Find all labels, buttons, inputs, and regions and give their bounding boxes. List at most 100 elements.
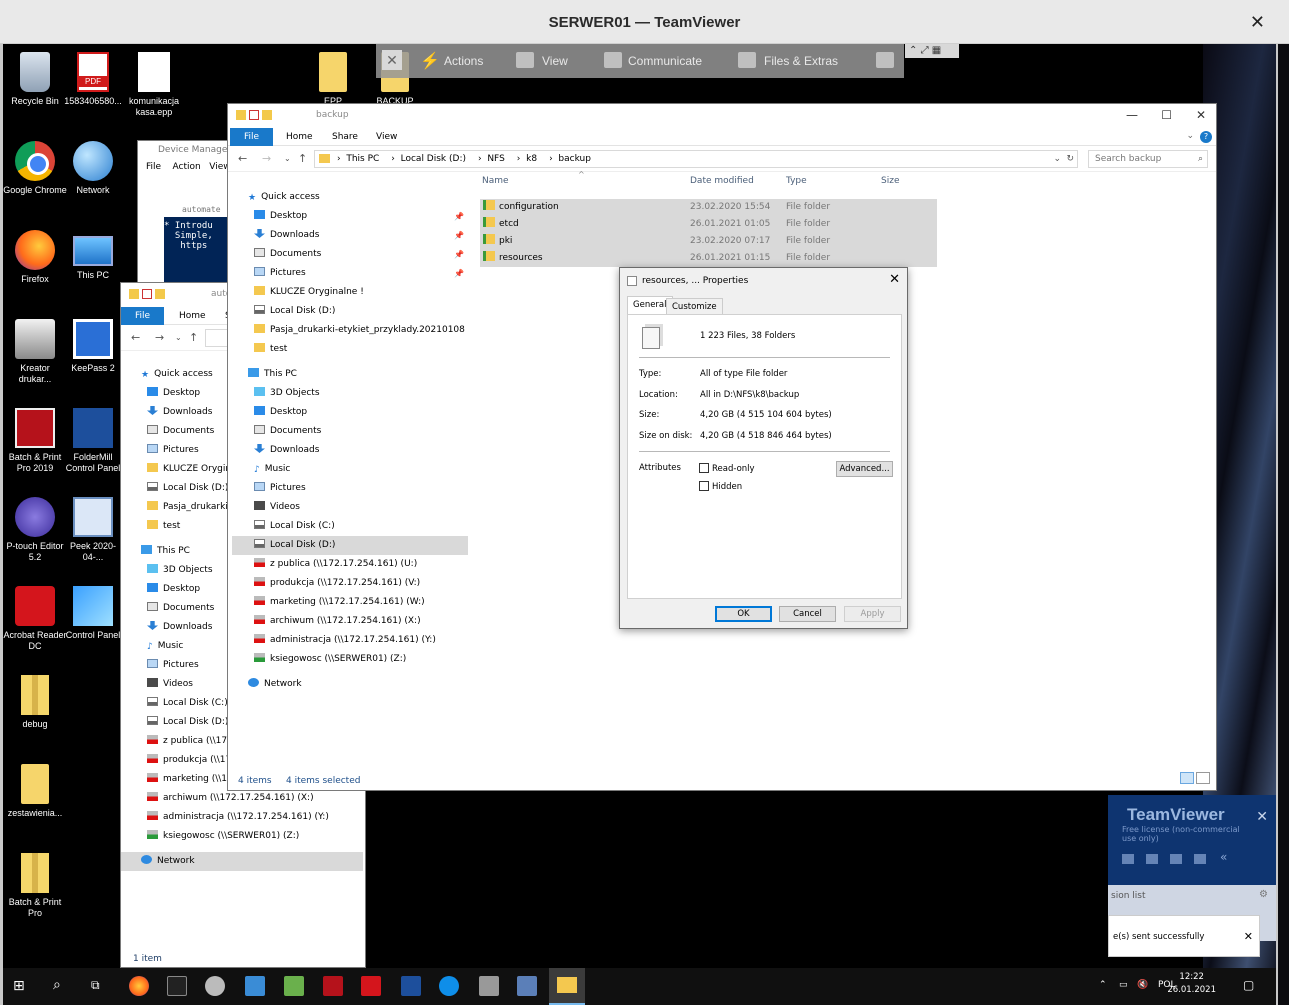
fullscreen-icon[interactable]: ⤢ xyxy=(921,45,929,56)
apply-button[interactable]: Apply xyxy=(844,606,901,622)
nav-item-videos[interactable]: Videos xyxy=(232,498,468,517)
column-header-size[interactable]: Size xyxy=(881,176,899,186)
nav-item-pasja[interactable]: Pasja_drukarki-etykiet_przyklady.2021010… xyxy=(232,321,468,340)
nav-item-drive-z[interactable]: ksiegowosc (\\SERWER01) (Z:) xyxy=(127,827,363,846)
server-manager-icon[interactable] xyxy=(245,976,265,996)
nav-item-drive-v[interactable]: produkcja (\\172.17.254.161) (V:) xyxy=(232,574,468,593)
desktop-icon-control-panel[interactable]: Control Panel xyxy=(61,586,125,641)
ribbon-expand-chevron-icon[interactable]: ⌄ xyxy=(1186,131,1194,141)
file-row[interactable]: configuration 23.02.2020 15:54 File fold… xyxy=(480,199,937,216)
desktop-icon-zestawienia[interactable]: zestawienia... xyxy=(3,764,67,819)
file-row[interactable]: etcd 26.01.2021 01:05 File folder xyxy=(480,216,937,233)
desktop-icon-komunikacja[interactable]: komunikacja kasa.epp xyxy=(122,52,186,118)
close-icon[interactable]: ✕ xyxy=(1196,108,1206,122)
ok-button[interactable]: OK xyxy=(715,606,772,622)
collapse-chevron-icon[interactable]: « xyxy=(1220,850,1227,864)
nav-item-test[interactable]: test xyxy=(232,340,468,359)
column-header-type[interactable]: Type xyxy=(786,176,807,186)
breadcrumb-k8[interactable]: k8 xyxy=(526,154,537,164)
teamviewer-icon[interactable] xyxy=(439,976,459,996)
up-arrow-icon[interactable]: ↑ xyxy=(189,331,198,344)
nav-item-desktop[interactable]: Desktop 📌 xyxy=(232,207,468,226)
tools-icon[interactable] xyxy=(1194,854,1206,864)
desktop-icon-pdf[interactable]: 1583406580... xyxy=(61,52,125,107)
chevron-up-icon[interactable]: ⌃ xyxy=(1099,980,1107,990)
notification-toast[interactable]: e(s) sent successfully ✕ xyxy=(1108,915,1260,957)
desktop-icon-debug[interactable]: debug xyxy=(3,675,67,730)
pin-icon[interactable]: 📌 xyxy=(454,245,464,264)
breadcrumb-nfs[interactable]: NFS xyxy=(487,154,504,164)
nav-item-quick-access[interactable]: ★ Quick access xyxy=(232,188,468,207)
speaker-muted-icon[interactable]: 🔇 xyxy=(1137,980,1148,990)
nav-item-pictures[interactable]: Pictures xyxy=(232,479,468,498)
back-arrow-icon[interactable]: ← xyxy=(238,152,247,165)
nav-item-pictures[interactable]: Pictures 📌 xyxy=(232,264,468,283)
refresh-icon[interactable]: ↻ xyxy=(1066,151,1074,167)
nav-item-this-pc[interactable]: This PC xyxy=(232,365,468,384)
desktop-icon-network[interactable]: Network xyxy=(61,141,125,196)
hidden-checkbox[interactable] xyxy=(699,481,709,491)
gear-icon[interactable] xyxy=(205,976,225,996)
device-manager-window[interactable]: Device Manager File Action View automate… xyxy=(137,140,237,290)
address-dropdown-icon[interactable]: ⌄ xyxy=(1053,151,1061,167)
breadcrumb-this-pc[interactable]: This PC xyxy=(346,154,379,164)
close-icon[interactable]: ✕ xyxy=(889,272,900,287)
address-bar[interactable]: › This PC › Local Disk (D:) › NFS › k8 › bac… xyxy=(314,150,1078,168)
pin-icon[interactable]: 📌 xyxy=(454,207,464,226)
terminal-icon[interactable] xyxy=(167,976,187,996)
nav-item-drive-u[interactable]: z publica (\\172.17.254.161) (U:) xyxy=(232,555,468,574)
breadcrumb-local-disk-d[interactable]: Local Disk (D:) xyxy=(401,154,466,164)
ribbon-tab-view[interactable]: View xyxy=(362,128,411,146)
shared-folders-icon[interactable] xyxy=(284,976,304,996)
acrobat-icon[interactable] xyxy=(361,976,381,996)
nav-item-klucze[interactable]: KLUCZE Oryginalne ! xyxy=(232,283,468,302)
menu-action[interactable]: Action xyxy=(173,162,201,172)
ribbon-tab-file[interactable]: File xyxy=(230,128,274,146)
desktop-icon-foldermill[interactable]: FolderMill Control Panel xyxy=(61,408,125,474)
desktop-icon-acrobat[interactable]: Acrobat Reader DC xyxy=(3,586,67,652)
desktop-icon-batch-print[interactable]: Batch & Print Pro xyxy=(3,853,67,919)
desktop-icon-epp[interactable]: EPP xyxy=(301,52,365,107)
foldermill-icon[interactable] xyxy=(401,976,421,996)
windows-start-icon[interactable]: ⊞ xyxy=(13,978,25,994)
maximize-icon[interactable]: ☐ xyxy=(1161,108,1172,122)
gear-icon[interactable]: ⚙ xyxy=(1259,889,1268,900)
notifications-icon[interactable]: ▢ xyxy=(1243,978,1254,992)
nav-item-local-disk-d-selected[interactable]: Local Disk (D:) xyxy=(232,536,468,555)
chat-icon[interactable] xyxy=(1146,854,1158,864)
minimize-icon[interactable]: — xyxy=(1126,108,1138,122)
network-connections-icon[interactable] xyxy=(517,976,537,996)
toolbar-collapse[interactable]: ⌃ ⤢ ▦ xyxy=(905,44,959,58)
desktop-icon-peek[interactable]: Peek 2020-04-... xyxy=(61,497,125,563)
chevron-down-icon[interactable]: ⌄ xyxy=(284,154,291,163)
file-row[interactable]: resources 26.01.2021 01:15 File folder xyxy=(480,250,937,267)
file-row[interactable]: pki 23.02.2020 07:17 File folder xyxy=(480,233,937,250)
tab-customize[interactable]: Customize xyxy=(666,298,723,314)
cancel-button[interactable]: Cancel xyxy=(779,606,836,622)
nav-item-drive-y[interactable]: administracja (\\172.17.254.161) (Y:) xyxy=(127,808,363,827)
nav-item-documents[interactable]: Documents 📌 xyxy=(232,245,468,264)
desktop-icon-firefox[interactable]: Firefox xyxy=(3,230,67,285)
nav-item-drive-x[interactable]: archiwum (\\172.17.254.161) (X:) xyxy=(232,612,468,631)
column-header-date[interactable]: Date modified xyxy=(690,176,754,186)
desktop-icon-this-pc[interactable]: This PC xyxy=(61,230,125,281)
search-input[interactable]: Search backup ⌕ xyxy=(1088,150,1208,168)
desktop-icon-chrome[interactable]: Google Chrome xyxy=(3,141,67,196)
ribbon-tab-file[interactable]: File xyxy=(121,307,165,325)
task-view-icon[interactable]: ⧉ xyxy=(91,978,100,993)
nav-item-3d-objects[interactable]: 3D Objects xyxy=(232,384,468,403)
advanced-button[interactable]: Advanced... xyxy=(836,461,893,477)
up-arrow-icon[interactable]: ↑ xyxy=(298,152,307,165)
printer-icon[interactable] xyxy=(479,976,499,996)
details-view-icon[interactable] xyxy=(1180,772,1194,784)
toolbar-files-extras[interactable]: Files & Extras xyxy=(764,54,838,68)
headset-icon[interactable] xyxy=(1122,854,1134,864)
menu-file[interactable]: File xyxy=(146,162,161,172)
pin-icon[interactable]: 📌 xyxy=(454,226,464,245)
chevron-up-icon[interactable]: ⌃ xyxy=(909,45,917,56)
nav-item-desktop[interactable]: Desktop xyxy=(232,403,468,422)
batch-print-icon[interactable] xyxy=(323,976,343,996)
nav-item-drive-w[interactable]: marketing (\\172.17.254.161) (W:) xyxy=(232,593,468,612)
breadcrumb-backup[interactable]: backup xyxy=(558,154,591,164)
nav-item-downloads[interactable]: Downloads 📌 xyxy=(232,226,468,245)
